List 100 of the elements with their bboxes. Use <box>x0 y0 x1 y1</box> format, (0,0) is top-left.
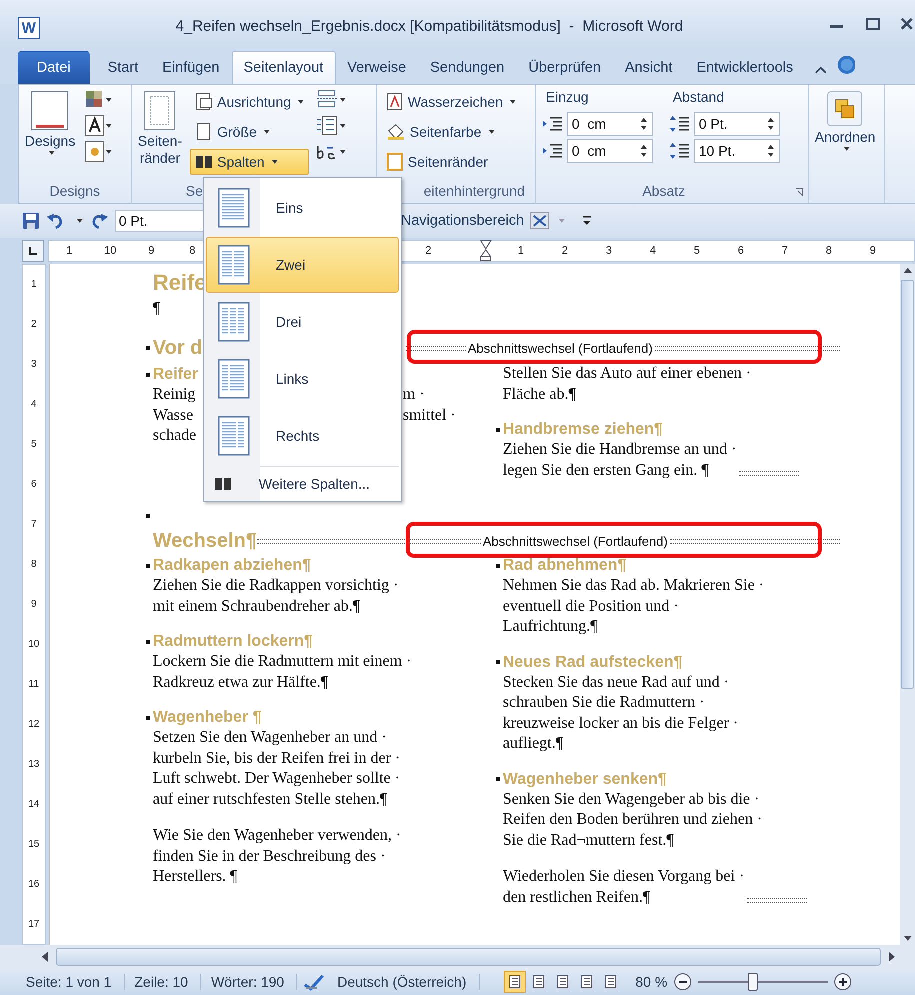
margins-button[interactable]: Seiten- ränder <box>136 89 184 181</box>
section-heading: Wagenheber ¶ <box>153 708 262 728</box>
collapse-ribbon-icon[interactable] <box>815 65 828 75</box>
ruler-number: 3 <box>604 245 614 257</box>
ribbon-tab[interactable]: Sendungen <box>418 51 517 84</box>
bullet-icon <box>146 372 150 376</box>
column-layout-icon <box>218 359 250 399</box>
spin-arrows-icon[interactable] <box>640 143 648 159</box>
columns-button[interactable]: Spalten <box>190 149 310 175</box>
ribbon-tab[interactable]: Datei <box>18 51 90 84</box>
menu-item[interactable]: Zwei <box>206 237 399 293</box>
scroll-right-icon[interactable] <box>887 951 897 963</box>
view-button[interactable] <box>504 971 526 993</box>
close-icon[interactable] <box>899 17 915 31</box>
ruler-number: 9 <box>147 245 156 257</box>
ribbon-tab[interactable]: Start <box>96 51 150 84</box>
spacing-icon <box>669 115 691 133</box>
effects-icon[interactable] <box>84 141 114 163</box>
zoom-level[interactable]: 80 % <box>636 974 668 990</box>
more-columns-item[interactable]: Weitere Spalten... <box>206 469 399 499</box>
bullet-icon <box>496 660 500 664</box>
ribbon-tab[interactable]: Seitenlayout <box>232 51 336 84</box>
arrange-button[interactable]: Anordnen <box>813 89 878 203</box>
group-label: Se <box>185 182 204 201</box>
spacing-field[interactable]: 10 Pt. <box>694 139 780 163</box>
column-layout-icon <box>218 416 250 456</box>
menu-item[interactable]: Links <box>206 351 399 407</box>
bullet-icon <box>146 716 150 720</box>
ruler-number: 1 <box>65 245 74 257</box>
size-button[interactable]: Größe <box>190 119 310 145</box>
indent-icon <box>542 142 564 160</box>
ruler-number: 2 <box>560 245 570 257</box>
app-icon[interactable]: W <box>18 17 40 39</box>
page-size-icon <box>195 123 214 141</box>
menu-item[interactable]: Eins <box>206 180 399 236</box>
line-number[interactable]: Zeile: 10 <box>130 974 202 990</box>
section-heading: Radmuttern lockern¶ <box>153 632 314 652</box>
zoom-slider-thumb[interactable] <box>748 973 758 991</box>
customize-toolbar-icon[interactable] <box>581 215 594 227</box>
tool-icon[interactable] <box>530 212 550 230</box>
spin-arrows-icon[interactable] <box>767 143 775 159</box>
dialog-launcher-icon[interactable] <box>795 188 804 197</box>
paragraph-text: Ziehen Sie die Handbremse an und · legen Sie den ersten Gang ein. ¶ <box>503 440 737 480</box>
indent-marker-icon[interactable] <box>479 240 493 262</box>
horizontal-scrollbar[interactable] <box>0 945 915 969</box>
scroll-left-icon[interactable] <box>40 951 50 963</box>
columns-icon <box>195 154 214 170</box>
paragraph-text: m · <box>403 385 425 405</box>
watermark-button[interactable]: Wasserzeichen <box>381 89 522 115</box>
scroll-down-icon[interactable] <box>902 933 912 943</box>
scroll-up-icon[interactable] <box>902 266 912 276</box>
menu-item[interactable]: Drei <box>206 294 399 350</box>
section-break-label: Abschnittswechsel (Fortlaufend) <box>467 340 654 356</box>
zoom-out-icon[interactable] <box>674 973 692 991</box>
ribbon-tab[interactable]: Entwicklertools <box>684 51 806 84</box>
ribbon-tab[interactable]: Einfügen <box>150 51 232 84</box>
section-break-label: Abschnittswechsel (Fortlaufend) <box>482 534 669 548</box>
ribbon-tab[interactable]: Ansicht <box>613 51 685 84</box>
word-count[interactable]: Wörter: 190 <box>207 974 298 990</box>
page-icon <box>604 975 618 989</box>
section-heading: Handbremse ziehen¶ <box>503 420 664 440</box>
bullet-icon <box>146 514 150 518</box>
navigation-pane-button[interactable]: Navigationsbereich <box>401 213 524 229</box>
orientation-button[interactable]: Ausrichtung <box>190 89 310 115</box>
save-icon[interactable] <box>22 212 40 230</box>
column-layout-icon <box>218 302 250 342</box>
help-icon[interactable] <box>837 55 856 75</box>
menu-item[interactable]: Rechts <box>206 408 399 464</box>
ribbon-tab[interactable]: Verweise <box>336 51 418 84</box>
page-icon <box>580 975 594 989</box>
vertical-scrollbar[interactable] <box>900 264 915 945</box>
language-indicator[interactable]: Deutsch (Österreich) <box>333 974 480 990</box>
spin-arrows-icon[interactable] <box>640 116 648 132</box>
spacing-field[interactable]: 0 Pt. <box>694 112 780 136</box>
ruler-number: 2 <box>424 245 433 257</box>
ruler-number: 7 <box>780 245 790 257</box>
page-borders-button[interactable]: Seitenränder <box>381 149 522 175</box>
paragraph-text: Wasse <box>153 406 194 426</box>
paragraph-text: Nehmen Sie das Rad ab. Makrieren Sie · eventuell die Position und · Laufrichtung.¶ <box>503 576 764 637</box>
indent-title: Einzug <box>545 89 590 107</box>
paragraph-text: Stellen Sie das Auto auf einer ebenen · Fläche ab.¶ <box>503 364 752 404</box>
page-border-icon <box>386 153 404 171</box>
ruler-number: 1 <box>30 278 38 292</box>
ribbon-tab[interactable]: Überprüfen <box>516 51 614 84</box>
tab-selector[interactable] <box>22 240 44 262</box>
page-count[interactable]: Seite: 1 von 1 <box>22 974 125 990</box>
indent-field[interactable]: 0 cm <box>567 139 653 163</box>
zoom-in-icon[interactable] <box>834 973 852 991</box>
paragraph-text: Lockern Sie die Radmuttern mit einem · Radkreuz etwa zur Hälfte.¶ <box>153 652 412 692</box>
indent-field[interactable]: 0 cm <box>567 112 653 136</box>
watermark-icon <box>386 93 404 111</box>
designs-button[interactable]: Designs <box>23 89 78 181</box>
columns-icon <box>215 477 231 491</box>
spin-arrows-icon[interactable] <box>767 116 775 132</box>
indent-icon <box>542 115 564 133</box>
restore-icon[interactable] <box>863 17 883 31</box>
page-color-button[interactable]: Seitenfarbe <box>381 119 522 145</box>
bullet-icon <box>146 640 150 644</box>
font-icon[interactable] <box>84 115 114 137</box>
page-margins-icon <box>143 91 178 131</box>
